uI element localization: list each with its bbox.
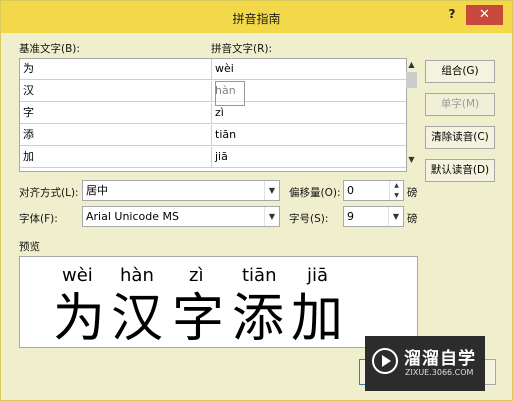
dialog-title: 拼音指南	[232, 12, 281, 26]
base-text-label: 基准文字(B):	[19, 43, 80, 55]
chevron-down-icon[interactable]: ▼	[388, 207, 403, 226]
base-text-field[interactable]: 为	[20, 59, 212, 80]
font-value: Arial Unicode MS	[86, 210, 179, 223]
preview-ruby: wèi	[62, 265, 93, 286]
preview-label: 预览	[19, 241, 40, 253]
preview-ruby: zì	[189, 265, 204, 286]
chevron-down-icon[interactable]: ▼	[264, 207, 279, 226]
mono-button[interactable]: 单字(M)	[425, 93, 495, 116]
default-pinyin-button[interactable]: 默认读音(D)	[425, 159, 495, 182]
preview-char: 为	[53, 289, 106, 348]
offset-value: 0	[347, 184, 354, 197]
title-bar[interactable]: 拼音指南 ? ✕	[1, 1, 512, 33]
scroll-thumb[interactable]	[406, 72, 417, 88]
alignment-label: 对齐方式(L):	[19, 187, 79, 199]
offset-unit: 磅	[407, 187, 418, 199]
chevron-down-icon[interactable]: ▼	[264, 181, 279, 200]
scroll-up-icon[interactable]: ▲	[405, 60, 418, 72]
scroll-down-icon[interactable]: ▼	[405, 155, 418, 167]
preview-char: 字	[172, 289, 225, 348]
preview-char: 添	[232, 289, 285, 348]
text-cursor-icon	[215, 81, 245, 106]
preview-ruby: jiā	[307, 265, 329, 286]
alignment-value: 居中	[86, 184, 108, 197]
preview-ruby: hàn	[120, 265, 154, 286]
group-button[interactable]: 组合(G)	[425, 60, 495, 83]
ruby-text-field[interactable]: tiān	[212, 125, 406, 146]
base-text-field[interactable]: 字	[20, 103, 212, 124]
watermark: 溜溜自学 ZIXUE.3066.COM	[365, 336, 485, 391]
base-text-field[interactable]: 添	[20, 125, 212, 146]
play-logo-icon	[372, 348, 398, 374]
base-text-field[interactable]: 加	[20, 147, 212, 168]
offset-label: 偏移量(O):	[289, 187, 341, 199]
preview-char: 汉	[111, 289, 164, 348]
offset-stepper[interactable]: 0 ▲ ▼	[343, 180, 404, 201]
size-unit: 磅	[407, 213, 418, 225]
ruby-text-label: 拼音文字(R):	[211, 43, 273, 55]
base-text-field[interactable]: 汉	[20, 81, 212, 102]
cancel-button[interactable]	[485, 359, 496, 385]
size-label: 字号(S):	[289, 213, 329, 225]
ruby-text-field[interactable]: wèi	[212, 59, 406, 80]
font-select[interactable]: Arial Unicode MS ▼	[82, 206, 280, 227]
spin-up-icon[interactable]: ▲	[389, 181, 403, 190]
grid-scrollbar[interactable]: ▲ ▼	[405, 58, 418, 170]
watermark-url: ZIXUE.3066.COM	[405, 368, 474, 377]
alignment-select[interactable]: 居中 ▼	[82, 180, 280, 201]
help-button[interactable]: ?	[442, 7, 462, 25]
size-value: 9	[347, 210, 354, 223]
watermark-title: 溜溜自学	[404, 349, 476, 369]
clear-pinyin-button[interactable]: 清除读音(C)	[425, 126, 495, 149]
size-select[interactable]: 9 ▼	[343, 206, 404, 227]
font-label: 字体(F):	[19, 213, 58, 225]
pinyin-guide-dialog: 拼音指南 ? ✕ 基准文字(B): 拼音文字(R): 为 wèi 汉 hàn 字…	[0, 0, 513, 401]
ruby-text-field[interactable]: zì	[212, 103, 406, 124]
preview-ruby: tiān	[242, 265, 277, 286]
ruby-text-field[interactable]: jiā	[212, 147, 406, 168]
close-button[interactable]: ✕	[466, 5, 503, 25]
preview-box: wèi hàn zì tiān jiā 为 汉 字 添 加	[19, 256, 418, 348]
preview-char: 加	[291, 289, 344, 348]
pinyin-grid: 为 wèi 汉 hàn 字 zì 添 tiān 加 jiā	[19, 58, 407, 172]
spin-down-icon[interactable]: ▼	[389, 191, 403, 200]
